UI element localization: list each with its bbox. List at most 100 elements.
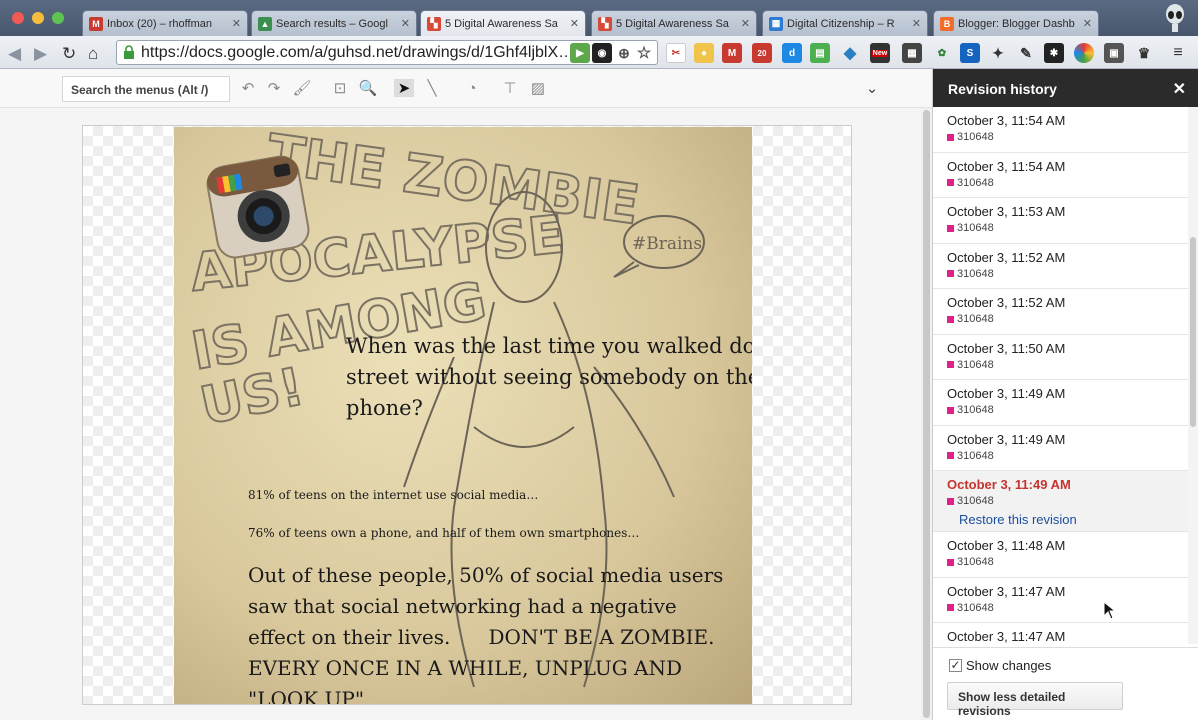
translate-extension-icon[interactable]: ▣ <box>1104 43 1124 63</box>
revision-item[interactable]: October 3, 11:54 AM 310648 <box>933 107 1189 153</box>
browser-tab-6[interactable]: B Blogger: Blogger Dashb ✕ <box>933 10 1099 36</box>
crown-extension-icon[interactable]: ♛ <box>1134 43 1154 63</box>
speech-bubble-text: #Brains <box>632 234 702 254</box>
zoom-icon[interactable]: ⊕ <box>614 43 634 63</box>
gmail-extension-icon[interactable]: M <box>722 43 742 63</box>
slide-conclusion-text: Out of these people, 50% of social media… <box>248 563 730 705</box>
window-zoom-button[interactable] <box>52 12 64 24</box>
canvas-scrollbar[interactable] <box>921 108 932 720</box>
select-frame-icon[interactable]: ⊡ <box>330 79 350 97</box>
revision-title: Revision history <box>948 81 1057 97</box>
film-extension-icon[interactable]: ▦ <box>902 43 922 63</box>
tab-close-icon[interactable]: ✕ <box>1083 17 1092 30</box>
forward-arrow-icon[interactable]: ▶ <box>34 44 47 64</box>
window-minimize-button[interactable] <box>32 12 44 24</box>
revision-item[interactable]: October 3, 11:47 AM <box>933 623 1189 644</box>
browser-tab-3-active[interactable]: ▚ 5 Digital Awareness Sa ✕ <box>420 10 586 36</box>
show-changes-checkbox[interactable]: ✓ <box>949 659 962 672</box>
s-extension-icon[interactable]: S <box>960 43 980 63</box>
slide-stat-1: 81% of teens on the internet use social … <box>248 488 539 502</box>
tools-extension-icon[interactable]: ✎ <box>1016 43 1036 63</box>
author-color-swatch <box>947 497 954 505</box>
mouse-cursor-icon <box>1104 602 1116 620</box>
gmail-checker-icon[interactable]: 20 <box>752 43 772 63</box>
show-changes-toggle[interactable]: ✓ Show changes <box>949 658 1051 673</box>
collapse-toolbar-icon[interactable]: ⌄ <box>862 79 882 97</box>
alien-profile-icon[interactable] <box>1164 4 1186 32</box>
camera-extension-icon[interactable]: ◉ <box>592 43 612 63</box>
grad-cap-extension-icon[interactable]: ✦ <box>988 43 1008 63</box>
tab-label: 5 Digital Awareness Sa <box>445 17 558 30</box>
restore-revision-link[interactable]: Restore this revision <box>959 512 1175 527</box>
revision-item[interactable]: October 3, 11:49 AM 310648 <box>933 380 1189 426</box>
revision-item[interactable]: October 3, 11:49 AM 310648 <box>933 426 1189 471</box>
clip-extension-icon[interactable]: ✂ <box>666 43 686 63</box>
tab-close-icon[interactable]: ✕ <box>741 17 750 30</box>
chrome-extension-icon[interactable] <box>1074 43 1094 63</box>
line-icon[interactable]: ╲ <box>422 79 442 97</box>
drawings-app: Search the menus (Alt /) ↶ ↷ 🖌 ⊡ 🔍 ➤ ╲ ◔… <box>0 69 932 720</box>
extension-icon[interactable]: ▶ <box>570 43 590 63</box>
close-icon[interactable]: ✕ <box>1173 79 1186 99</box>
revision-item[interactable]: October 3, 11:54 AM 310648 <box>933 153 1189 198</box>
browser-tab-1[interactable]: M Inbox (20) – rhoffman ✕ <box>82 10 248 36</box>
author-color-swatch <box>947 452 954 459</box>
revision-author-name: 310648 <box>957 222 994 234</box>
revision-item[interactable]: October 3, 11:48 AM 310648 <box>933 532 1189 578</box>
revision-scrollbar[interactable] <box>1188 107 1198 644</box>
bookmark-star-icon[interactable]: ☆ <box>634 43 654 63</box>
sheet-extension-icon[interactable]: ▤ <box>810 43 830 63</box>
revision-author: 310648 <box>947 495 1175 507</box>
text-box-icon[interactable]: ⊤ <box>500 79 520 97</box>
revision-item[interactable]: October 3, 11:50 AM 310648 <box>933 335 1189 380</box>
revision-footer: ✓ Show changes Show less detailed revisi… <box>933 647 1198 720</box>
revision-author: 310648 <box>947 359 1175 371</box>
revision-timestamp: October 3, 11:48 AM <box>947 538 1066 553</box>
window-close-button[interactable] <box>12 12 24 24</box>
revision-author-name: 310648 <box>957 495 994 507</box>
d-extension-icon[interactable]: d <box>782 43 802 63</box>
revision-author-name: 310648 <box>957 176 994 189</box>
author-color-swatch <box>947 315 954 323</box>
awesome-screenshot-icon[interactable]: ● <box>694 43 714 63</box>
revision-item[interactable]: October 3, 11:52 AM 310648 <box>933 244 1189 289</box>
select-cursor-icon[interactable]: ➤ <box>394 79 414 97</box>
revision-item-selected[interactable]: October 3, 11:49 AM 310648 Restore this re… <box>933 471 1189 532</box>
revision-author: 310648 <box>947 268 1175 280</box>
reload-icon[interactable]: ↻ <box>62 44 76 64</box>
shape-icon[interactable]: ◔ <box>462 79 482 97</box>
revision-timestamp: October 3, 11:49 AM <box>947 386 1066 401</box>
tab-close-icon[interactable]: ✕ <box>401 17 410 30</box>
sites-favicon-icon: ▦ <box>769 16 783 31</box>
tab-close-icon[interactable]: ✕ <box>912 17 921 30</box>
browser-toolbar: ◀ ▶ ↻ ⌂ https://docs.google.com/a/guhsd.… <box>0 36 1198 69</box>
new-extension-icon[interactable]: New <box>870 43 890 63</box>
menu-search-input[interactable]: Search the menus (Alt /) <box>62 76 230 102</box>
revision-author: 310648 <box>947 313 1175 325</box>
browser-tab-5[interactable]: ▦ Digital Citizenship – R ✕ <box>762 10 928 36</box>
back-arrow-icon[interactable]: ◀ <box>8 44 21 64</box>
diamond-extension-icon[interactable]: ◆ <box>840 43 860 63</box>
show-less-detailed-button[interactable]: Show less detailed revisions <box>947 682 1123 718</box>
browser-tab-2[interactable]: ▲ Search results – Googl ✕ <box>251 10 417 36</box>
image-icon[interactable]: ▨ <box>528 79 548 97</box>
paint-format-icon[interactable]: 🖌 <box>292 79 312 97</box>
plant-extension-icon[interactable]: ✿ <box>932 43 952 63</box>
undo-icon[interactable]: ↶ <box>238 79 258 97</box>
tab-label: Digital Citizenship – R <box>787 17 895 30</box>
revision-author: 310648 <box>947 131 1175 143</box>
tab-close-icon[interactable]: ✕ <box>570 17 579 30</box>
chrome-menu-icon[interactable]: ≡ <box>1168 43 1188 63</box>
home-icon[interactable]: ⌂ <box>88 44 98 64</box>
zoom-icon[interactable]: 🔍 <box>358 79 378 97</box>
drawing-canvas[interactable]: THE ZOMBIE APOCALYPSE IS AMONG US! #Brai… <box>82 125 852 705</box>
revision-item[interactable]: October 3, 11:47 AM 310648 <box>933 578 1189 623</box>
asterisk-extension-icon[interactable]: ✱ <box>1044 43 1064 63</box>
tab-close-icon[interactable]: ✕ <box>232 17 241 30</box>
revision-header: Revision history ✕ <box>933 69 1198 107</box>
revision-item[interactable]: October 3, 11:53 AM 310648 <box>933 198 1189 244</box>
browser-tab-4[interactable]: ▚ 5 Digital Awareness Sa ✕ <box>591 10 757 36</box>
author-color-swatch <box>947 604 954 611</box>
redo-icon[interactable]: ↷ <box>264 79 284 97</box>
revision-item[interactable]: October 3, 11:52 AM 310648 <box>933 289 1189 335</box>
